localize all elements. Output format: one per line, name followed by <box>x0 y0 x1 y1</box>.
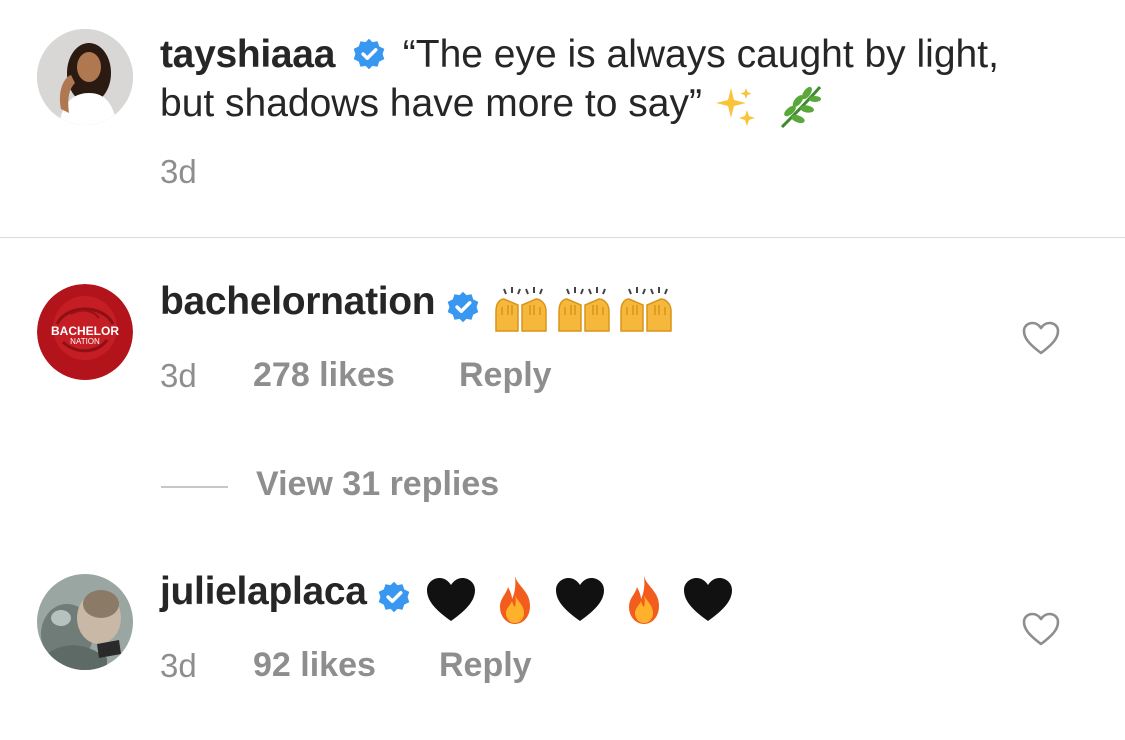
raising-hands-emoji <box>620 286 672 332</box>
avatar-text-bachelor: BACHELOR <box>51 324 119 338</box>
avatar-photo-icon <box>37 574 133 670</box>
fire-emoji <box>628 575 659 624</box>
raising-hands-emoji-group <box>492 285 675 335</box>
black-heart-emoji <box>684 577 733 621</box>
avatar-text-nation: NATION <box>70 337 100 346</box>
julielaplaca-username[interactable]: julielaplaca <box>160 570 367 613</box>
caption-avatar[interactable] <box>37 29 133 125</box>
black-heart-emoji <box>426 577 475 621</box>
herb-emoji <box>780 85 821 128</box>
avatar-photo-icon <box>37 29 133 125</box>
bachelor-nation-logo-icon: BACHELOR NATION <box>37 284 133 380</box>
julielaplaca-likes[interactable]: 92 likes <box>253 646 376 685</box>
view-replies-button[interactable]: View 31 replies <box>256 465 499 504</box>
bachelornation-username[interactable]: bachelornation <box>160 280 436 323</box>
caption-timestamp: 3d <box>160 153 197 190</box>
bachelornation-timestamp: 3d <box>160 357 197 394</box>
like-heart-icon[interactable] <box>1021 320 1061 356</box>
raising-hands-emoji <box>557 286 610 332</box>
bachelornation-reply-button[interactable]: Reply <box>459 356 552 395</box>
verified-badge-icon <box>353 38 385 70</box>
julielaplaca-avatar[interactable] <box>37 574 133 670</box>
caption-text-line2: but shadows have more to say” <box>160 82 702 125</box>
raising-hands-emoji <box>495 286 547 332</box>
fire-emoji <box>500 575 531 624</box>
bachelornation-avatar[interactable]: BACHELOR NATION <box>37 284 133 380</box>
julielaplaca-emoji-group <box>424 573 736 627</box>
julielaplaca-timestamp: 3d <box>160 647 197 684</box>
like-heart-icon[interactable] <box>1021 611 1061 647</box>
bachelornation-likes[interactable]: 278 likes <box>253 356 395 395</box>
caption-username[interactable]: tayshiaaa <box>160 33 335 76</box>
sparkles-emoji <box>715 87 755 126</box>
verified-badge-icon <box>378 581 410 613</box>
verified-badge-icon <box>447 291 479 323</box>
caption-divider <box>0 237 1125 238</box>
julielaplaca-reply-button[interactable]: Reply <box>439 646 532 685</box>
caption-text-line1: “The eye is always caught by light, <box>402 33 999 76</box>
black-heart-emoji <box>555 577 604 621</box>
view-replies-line <box>161 486 228 488</box>
